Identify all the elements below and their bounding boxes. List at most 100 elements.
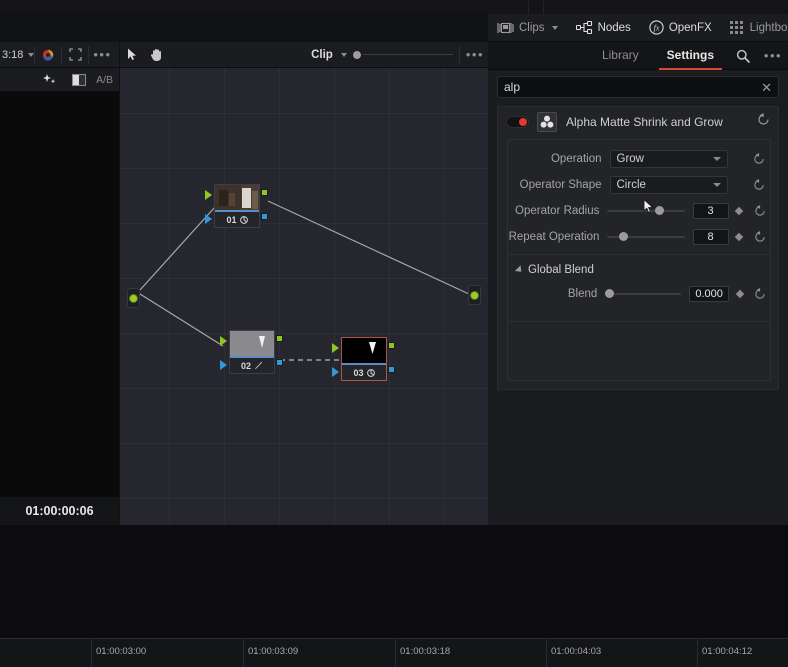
openfx-icon: fx <box>649 20 664 35</box>
output-anchor[interactable] <box>468 285 481 305</box>
repeat-operation-keyframe-button[interactable] <box>729 234 750 240</box>
enhance-icon <box>42 73 57 87</box>
slider-track <box>605 293 681 295</box>
page-nav-openfx[interactable]: fx OpenFX <box>640 14 721 42</box>
ruler-label: 01:00:03:18 <box>400 646 450 657</box>
search-input[interactable] <box>504 78 754 96</box>
tab-library[interactable]: Library <box>588 42 653 70</box>
node-input-port[interactable] <box>220 336 227 346</box>
node-input-port-blue[interactable] <box>205 214 212 224</box>
enhance-button[interactable] <box>36 67 62 93</box>
ruler-label: 01:00:03:00 <box>96 646 146 657</box>
operator-radius-reset-button[interactable] <box>749 205 770 217</box>
reset-icon <box>754 231 766 243</box>
hand-pan-icon <box>150 48 163 62</box>
clip-control-group: Clip ••• <box>311 46 488 64</box>
node-03[interactable]: 03 <box>341 337 387 381</box>
inspector-more-button[interactable]: ••• <box>758 42 788 70</box>
slider-handle[interactable] <box>619 232 628 241</box>
repeat-operation-slider[interactable] <box>607 230 684 244</box>
param-row-blend: Blend 0.000 <box>508 281 770 307</box>
chevron-down-icon[interactable] <box>341 53 347 57</box>
node-input-port[interactable] <box>205 190 212 200</box>
slider-handle[interactable] <box>605 289 614 298</box>
search-button[interactable] <box>728 42 758 70</box>
blend-keyframe-button[interactable] <box>729 291 749 297</box>
effect-enable-toggle[interactable] <box>506 116 529 128</box>
clear-icon[interactable]: ✕ <box>761 81 772 94</box>
blend-reset-button[interactable] <box>750 288 770 300</box>
operator-radius-slider[interactable] <box>607 204 684 218</box>
page-nav-nodes[interactable]: Nodes <box>567 14 640 42</box>
node-graph[interactable]: 01 02 <box>119 68 488 525</box>
operation-select[interactable]: Grow <box>610 150 728 168</box>
source-anchor[interactable] <box>127 288 140 308</box>
viewer-more-button[interactable]: ••• <box>89 42 115 68</box>
node-label: 03 <box>341 365 387 381</box>
operator-radius-value[interactable]: 3 <box>693 203 729 219</box>
node-01[interactable]: 01 <box>214 184 260 228</box>
slider-handle[interactable] <box>353 51 361 59</box>
viewer-pane[interactable] <box>0 92 119 496</box>
param-label-operator-shape: Operator Shape <box>508 179 610 191</box>
operator-shape-value: Circle <box>617 179 646 191</box>
ruler-tick <box>546 639 547 667</box>
keyframe-diamond-icon <box>735 233 743 241</box>
ab-compare-label[interactable]: A/B <box>96 74 113 86</box>
blend-value[interactable]: 0.000 <box>689 286 730 302</box>
node-input-port-blue[interactable] <box>220 360 227 370</box>
ruler-tick <box>243 639 244 667</box>
timeline-ruler[interactable]: 01:00:03:00 01:00:03:09 01:00:03:18 01:0… <box>0 638 788 667</box>
reset-icon <box>757 113 770 126</box>
color-wheel-icon <box>41 48 55 62</box>
repeat-operation-value[interactable]: 8 <box>693 229 729 245</box>
node-output-port-blue[interactable] <box>261 213 268 220</box>
blend-slider[interactable] <box>605 287 681 301</box>
viewer-timecode-chip[interactable]: 3:18 <box>0 49 34 61</box>
param-row-operator-radius: Operator Radius 3 <box>508 198 770 224</box>
effect-search-row[interactable]: ✕ <box>497 76 779 98</box>
tab-settings[interactable]: Settings <box>653 42 728 70</box>
operator-radius-keyframe-button[interactable] <box>729 208 750 214</box>
select-tool-button[interactable] <box>120 42 144 68</box>
clip-label[interactable]: Clip <box>311 49 333 61</box>
clip-slider[interactable] <box>353 49 453 61</box>
toggle-knob <box>519 118 527 126</box>
anchor-dot <box>129 294 138 303</box>
node-input-port-blue[interactable] <box>332 367 339 377</box>
param-label-blend: Blend <box>508 288 605 300</box>
window-top-strip <box>0 0 788 14</box>
node-number: 03 <box>353 368 363 378</box>
media-icon <box>240 216 248 224</box>
expand-button[interactable] <box>62 42 88 68</box>
page-nav-lightbox[interactable]: Lightbox <box>721 14 788 42</box>
node-thumbnail <box>341 337 387 365</box>
group-header-global-blend[interactable]: Global Blend <box>508 259 770 281</box>
slider-handle[interactable] <box>655 206 664 215</box>
reset-icon <box>753 179 765 191</box>
param-divider-bottom <box>508 321 770 322</box>
chevron-down-icon <box>713 183 721 187</box>
ruler-tick <box>91 639 92 667</box>
node-color-bar <box>342 363 386 365</box>
node-02[interactable]: 02 <box>229 330 275 374</box>
repeat-operation-reset-button[interactable] <box>749 231 770 243</box>
viewer-timecode-label: 3:18 <box>2 49 23 61</box>
node-input-port[interactable] <box>332 343 339 353</box>
node-more-options-icon[interactable]: ••• <box>466 48 484 61</box>
pan-tool-button[interactable] <box>144 42 168 68</box>
node-output-port[interactable] <box>388 342 395 349</box>
node-output-port-blue[interactable] <box>276 359 283 366</box>
operator-shape-reset-button[interactable] <box>749 179 770 191</box>
effect-reset-button[interactable] <box>757 113 770 131</box>
param-row-repeat-operation: Repeat Operation 8 <box>508 224 770 250</box>
page-nav-clips[interactable]: Clips <box>488 14 567 42</box>
color-wheel-button[interactable] <box>35 42 61 68</box>
node-output-port[interactable] <box>261 189 268 196</box>
node-output-port-blue[interactable] <box>388 366 395 373</box>
operator-shape-select[interactable]: Circle <box>610 176 728 194</box>
operation-reset-button[interactable] <box>749 153 770 165</box>
node-output-port[interactable] <box>276 335 283 342</box>
lightbox-icon <box>730 21 745 34</box>
split-view-button[interactable] <box>66 67 92 93</box>
